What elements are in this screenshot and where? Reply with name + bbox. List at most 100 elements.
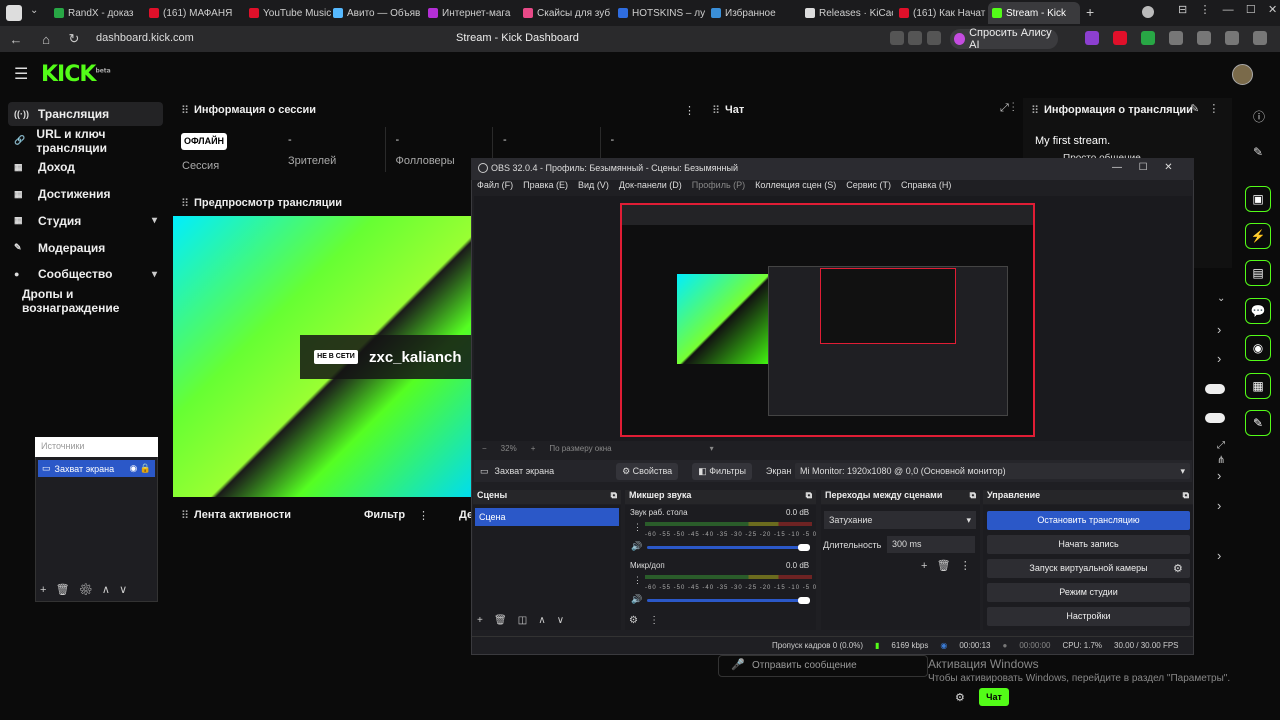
translate-icon[interactable] — [890, 31, 904, 45]
sidebar-item[interactable]: ▦ Студия ▾ — [8, 209, 163, 233]
hamburger-icon[interactable]: ☰ — [14, 64, 28, 84]
browser-tab[interactable]: Авито — Объяв — [329, 2, 421, 24]
kick-logo[interactable]: KICKbeta — [41, 62, 111, 87]
popout-icon[interactable]: ⤢ — [1217, 440, 1225, 451]
chat-send-button[interactable]: Чат — [979, 688, 1009, 706]
info-icon[interactable]: ⓘ — [1253, 108, 1265, 125]
toggle-2[interactable] — [1205, 413, 1225, 423]
activity-filter[interactable]: Фильтр — [364, 509, 405, 521]
message-input[interactable]: Отправить сообщение — [718, 655, 928, 677]
zoom-minus[interactable]: − — [482, 444, 487, 453]
sidebar-item[interactable]: ● Сообщество ▾ — [8, 262, 163, 286]
obs-menu-item[interactable]: Коллекция сцен (S) — [755, 180, 836, 195]
bookmark-icon[interactable] — [927, 31, 941, 45]
browser-tab[interactable]: Releases · KiCac — [801, 2, 893, 24]
browser-tab[interactable]: Stream - Kick — [988, 2, 1080, 24]
menu-icon[interactable] — [1253, 31, 1267, 45]
properties-button[interactable]: ⚙ Свойства — [616, 462, 679, 480]
browser-tab[interactable]: YouTube Music — [245, 2, 337, 24]
window-controls[interactable]: ⊟ ⋮ — ☐ ✕ — [1178, 3, 1277, 16]
obs-window-controls[interactable]: — ☐ ✕ — [1112, 162, 1173, 173]
channel-menu-icon[interactable]: ⋮ — [633, 522, 642, 533]
control-button[interactable]: Режим студии — [987, 583, 1190, 602]
rail-button-6[interactable]: ▦ — [1245, 373, 1271, 399]
eye-icon lock-icon[interactable]: ◉ 🔒 — [129, 463, 151, 474]
obs-menu-item[interactable]: Правка (E) — [523, 180, 568, 195]
drag-icon[interactable]: ⠿ — [181, 509, 189, 522]
obs-menu-item[interactable]: Справка (H) — [901, 180, 951, 195]
extension-icon[interactable] — [1169, 31, 1183, 45]
transition-toolbar[interactable]: + 🗑 ⋮ — [921, 559, 971, 572]
channel-menu-icon[interactable]: ⋮ — [633, 575, 642, 586]
rail-button-4[interactable]: 💬 — [1245, 298, 1271, 324]
chat-settings-icon[interactable]: ⚙ — [955, 691, 965, 704]
browser-tab[interactable]: HOTSKINS – лу — [614, 2, 706, 24]
emote-icon[interactable]: 🎤 — [731, 658, 745, 671]
obs-menu-item[interactable]: Сервис (T) — [846, 180, 891, 195]
edit-icon[interactable]: ✎ ⋮ — [1190, 102, 1219, 115]
sidebar-item[interactable]: 🔗 URL и ключ трансляции — [8, 127, 163, 155]
drag-icon[interactable]: ⠿ — [712, 104, 720, 117]
browser-tab[interactable]: (161) МАФАНЯ — [145, 2, 237, 24]
browser-menu-icon[interactable] — [6, 5, 22, 21]
mixer-toolbar[interactable]: ⚙ ⋮ — [629, 615, 659, 626]
toggle-1[interactable] — [1205, 384, 1225, 394]
speaker-icon[interactable]: 🔊 — [631, 594, 642, 605]
chevron-right-icon[interactable]: › — [1217, 322, 1221, 337]
new-tab-icon[interactable]: + — [1086, 4, 1094, 20]
chat-popout-icon[interactable]: ⤢ ⋮ — [1000, 102, 1015, 115]
obs-menu-item[interactable]: Файл (F) — [477, 180, 513, 195]
monitor-select[interactable]: Mi Monitor: 1920x1080 @ 0,0 (Основной мо… — [795, 463, 1190, 479]
profile-icon[interactable] — [1142, 6, 1154, 18]
browser-tab[interactable]: Интернет-мага — [424, 2, 516, 24]
control-button[interactable]: Настройки — [987, 607, 1190, 626]
browser-tab[interactable]: Скайсы для зуб — [519, 2, 611, 24]
control-button[interactable]: Запуск виртуальной камеры — [987, 559, 1190, 578]
avatar[interactable] — [1232, 64, 1253, 85]
rail-button-7[interactable]: ✎ — [1245, 410, 1271, 436]
chevron-right-icon[interactable]: › — [1217, 468, 1221, 483]
extension-icon[interactable] — [1197, 31, 1211, 45]
volume-slider[interactable] — [647, 599, 810, 602]
share-icon[interactable]: ⋔ — [1217, 455, 1225, 466]
drag-icon[interactable]: ⠿ — [181, 104, 189, 117]
zoom-mode[interactable]: По размеру окна — [549, 444, 611, 453]
chevron-right-icon[interactable]: › — [1217, 351, 1221, 366]
source-item[interactable]: ▭ Захват экрана ◉ 🔒 — [38, 460, 155, 477]
volume-slider[interactable] — [647, 546, 810, 549]
sidebar-item[interactable]: ▦ Доход — [8, 155, 163, 179]
scene-item[interactable]: Сцена — [475, 508, 619, 526]
sidebar-item[interactable]: Дропы и вознаграждение — [8, 287, 163, 315]
browser-tab[interactable]: Избранное — [707, 2, 799, 24]
browser-tab[interactable]: (161) Как Начат — [895, 2, 987, 24]
scenes-toolbar[interactable]: + 🗑 ◫ ∧ ∨ — [477, 615, 564, 626]
extension-icon[interactable] — [1141, 31, 1155, 45]
sidebar-item[interactable]: ▦ Достижения — [8, 182, 163, 206]
obs-menu-item[interactable]: Профиль (P) — [692, 180, 745, 195]
browser-tab[interactable]: RandX - доказ — [50, 2, 142, 24]
drag-icon[interactable]: ⠿ — [181, 197, 189, 210]
rail-button-2[interactable]: ⚡ — [1245, 223, 1271, 249]
control-button[interactable]: Начать запись — [987, 535, 1190, 554]
rail-button-5[interactable]: ◉ — [1245, 335, 1271, 361]
speaker-icon[interactable]: 🔊 — [631, 541, 642, 552]
tab-list-icon[interactable]: ⌄ — [30, 5, 38, 16]
zoom-dropdown[interactable]: ▾ — [710, 444, 714, 453]
sidebar-item[interactable]: ((·)) Трансляция — [8, 102, 163, 126]
activity-menu-icon[interactable]: ⋮ — [418, 509, 429, 522]
dock-undock-icon[interactable]: ⧉ — [970, 490, 976, 501]
download-icon[interactable] — [1225, 31, 1239, 45]
pencil-icon[interactable]: ✎ — [1253, 145, 1263, 159]
dock-undock-icon[interactable]: ⧉ — [611, 490, 617, 501]
chevron-icon[interactable]: ⌄ — [1217, 293, 1225, 304]
control-button[interactable]: Остановить трансляцию — [987, 511, 1190, 530]
sources-toolbar[interactable]: + 🗑 ⚙ ∧ ∨ — [40, 583, 127, 596]
rail-button-1[interactable]: ▣ — [1245, 186, 1271, 212]
transition-select[interactable]: Затухание ▾ — [824, 511, 976, 529]
obs-menu-item[interactable]: Док-панели (D) — [619, 180, 682, 195]
sidebar-item[interactable]: ✎ Модерация — [8, 236, 163, 260]
volume-slider-knob[interactable] — [798, 597, 810, 604]
virtual-camera-settings-icon[interactable]: ⚙ — [1173, 562, 1183, 575]
extension-icon[interactable] — [1113, 31, 1127, 45]
dock-undock-icon[interactable]: ⧉ — [806, 490, 812, 501]
